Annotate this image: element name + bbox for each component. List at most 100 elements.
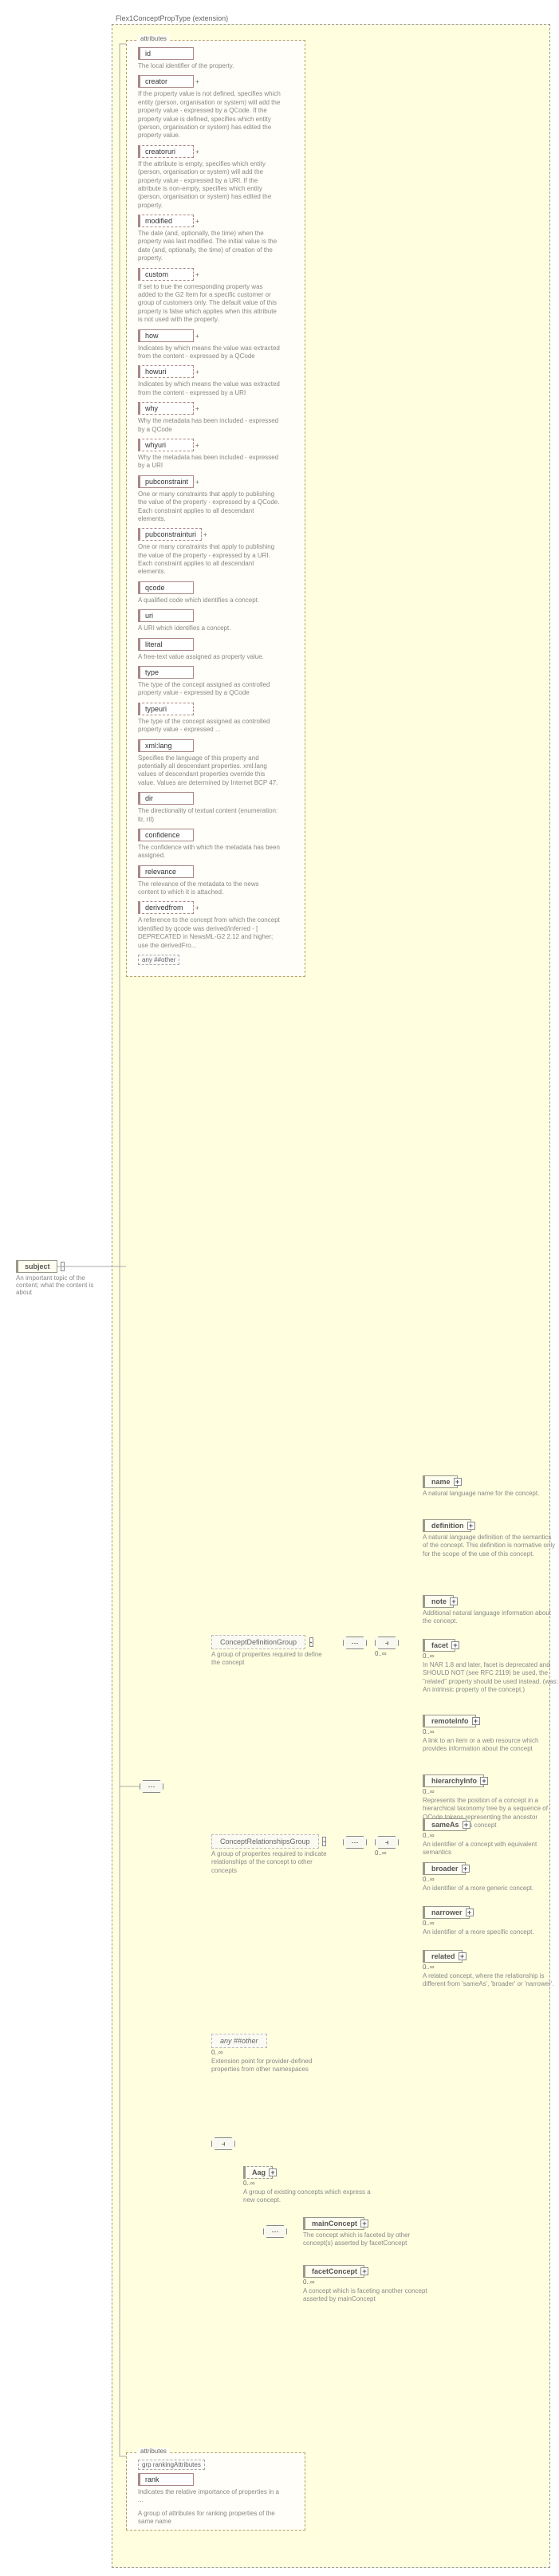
attr-entry: literalA free-text value assigned as pro… (138, 638, 298, 661)
cardinality: 0..∞ (423, 1876, 533, 1883)
attr-name-typeuri: typeuri (138, 703, 194, 715)
attr-entry: creator+If the property value is not def… (138, 75, 298, 140)
attr-entry: relevance The relevance of the metadata t… (138, 865, 298, 897)
attr-name-confidence: confidence (138, 829, 194, 841)
subject-label: subject (16, 1260, 57, 1273)
attr-label: attributes (138, 35, 169, 42)
attr-desc: Specifies the language of this property … (138, 754, 281, 788)
toggle-icon[interactable]: + (462, 1865, 470, 1873)
attr-entry: whyuri+Why the metadata has been include… (138, 439, 298, 471)
cardinality: 0..∞ (303, 2279, 439, 2286)
aag-element: Aag+ 0..∞ A group of existing concepts w… (243, 2166, 379, 2205)
attr-name-uri: uri (138, 609, 194, 622)
attr-desc: Why the metadata has been included - exp… (138, 454, 281, 471)
attr-entry: creatoruri+ If the attribute is empty, sp… (138, 145, 298, 210)
plus-icon: + (195, 271, 199, 278)
toggle-icon[interactable]: - (309, 1637, 313, 1647)
attr-name-modified: modified (138, 215, 194, 227)
attr-name-why: why (138, 402, 194, 415)
sequence-connector-r2: ⋯ (343, 1836, 367, 1849)
plus-icon: + (203, 531, 207, 538)
attr-desc: One or many constraints that apply to pu… (138, 543, 281, 577)
attr-desc: Why the metadata has been included - exp… (138, 417, 281, 434)
toggle-icon[interactable]: + (454, 1478, 462, 1486)
facetconcept-element: facetConcept+ 0..∞ A concept which is fa… (303, 2265, 439, 2304)
attr-label: attributes (138, 2448, 169, 2455)
attr-desc: The local identifier of the property. (138, 62, 281, 70)
plus-icon: + (195, 218, 199, 225)
choice-connector-r2: ⫞ 0..∞ (375, 1836, 399, 1857)
cardinality: 0..∞ (375, 1849, 399, 1857)
right-remoteInfo-desc: A link to an item or a web resource whic… (423, 1737, 558, 1754)
any-other-label: any ##other (211, 2034, 267, 2048)
attr-entry: idThe local identifier of the property. (138, 47, 298, 70)
toggle-icon[interactable]: + (360, 2267, 368, 2275)
toggle-icon[interactable]: - (322, 1837, 326, 1846)
sequence-connector-r1: ⋯ (343, 1637, 367, 1649)
facetconcept-element-label: facetConcept+ (303, 2265, 364, 2278)
toggle-icon[interactable]: + (466, 1908, 474, 1916)
aag-element-desc: A group of existing concepts which expre… (243, 2188, 379, 2205)
attr-entry: rankIndicates the relative importance of… (138, 2473, 298, 2505)
attr-desc: If the attribute is empty, specifies whi… (138, 160, 281, 210)
toggle-icon[interactable]: + (480, 1777, 488, 1785)
right-note: note+ Additional natural language inform… (423, 1595, 558, 1626)
attr-name-relevance: relevance (138, 865, 194, 878)
attr-entry: pubconstrainturi+One or many constraints… (138, 528, 298, 577)
attr-desc: If set to true the corresponding propert… (138, 283, 281, 325)
cardinality: 0..∞ (423, 1832, 558, 1839)
right-name-label: name+ (423, 1475, 458, 1488)
choice-connector-r1: ⫞ 0..∞ (375, 1637, 399, 1657)
cardinality: 0..∞ (423, 1652, 558, 1660)
sequence-icon: ⋯ (263, 2225, 287, 2238)
sequence-connector: ⋯ (140, 1780, 163, 1793)
right2-broader-label: broader+ (423, 1862, 466, 1875)
right2-broader: broader+ 0..∞ An identifier of a more ge… (423, 1862, 533, 1893)
attr-desc: The directionality of textual content (e… (138, 807, 281, 824)
plus-icon: + (195, 148, 199, 156)
attributes-box-2: attributes grp rankingAttributesrankIndi… (126, 2452, 305, 2531)
attr-entry: modified+The date (and, optionally, the … (138, 215, 298, 263)
toggle-icon[interactable]: + (269, 2168, 277, 2176)
toggle-icon[interactable]: + (360, 2220, 368, 2227)
right-note-desc: Additional natural language information … (423, 1609, 558, 1626)
concept-definition-group-label: ConceptDefinitionGroup (211, 1635, 305, 1649)
attr-entry: derivedfrom+A reference to the concept f… (138, 901, 298, 950)
toggle-icon[interactable]: + (463, 1821, 470, 1829)
attr-name-whyuri: whyuri (138, 439, 194, 451)
choice-icon: ⫞ (375, 1836, 399, 1849)
sequence-icon: ⋯ (343, 1637, 367, 1649)
toggle-icon[interactable]: + (467, 1522, 475, 1530)
attr-entry: pubconstraint+One or many constraints th… (138, 475, 298, 524)
cardinality: 0..∞ (211, 2049, 339, 2056)
subject-desc: An important topic of the content; what … (16, 1274, 96, 1296)
toggle-icon[interactable]: + (450, 1597, 458, 1605)
attr-desc: The relevance of the metadata to the new… (138, 880, 281, 897)
any-other-label: any ##other (138, 955, 179, 965)
right-facet-desc: In NAR 1.8 and later, facet is deprecate… (423, 1661, 558, 1695)
cardinality: 0..∞ (423, 1964, 558, 1971)
toggle-icon[interactable]: + (472, 1717, 480, 1725)
right2-narrower: narrower+ 0..∞ An identifier of a more s… (423, 1906, 534, 1936)
plus-icon: + (195, 479, 199, 486)
attr-entry: how+Indicates by which means the value w… (138, 329, 298, 361)
attr-entry: confidence The confidence with which the … (138, 829, 298, 861)
toggle-icon[interactable]: + (459, 1952, 466, 1960)
cardinality: 0..∞ (375, 1650, 399, 1657)
cardinality: 0..∞ (243, 2180, 379, 2187)
plus-icon: + (195, 333, 199, 340)
any-other-ext: any ##other 0..∞ Extension point for pro… (211, 2034, 339, 2074)
toggle-icon[interactable]: + (451, 1641, 459, 1649)
attr-name-creator: creator (138, 75, 194, 88)
attr-entry: typeThe type of the concept assigned as … (138, 666, 298, 698)
right-definition-desc: A natural language definition of the sem… (423, 1534, 558, 1558)
attr-desc: A reference to the concept from which th… (138, 916, 281, 950)
attr-desc: A URI which identifies a concept. (138, 624, 281, 632)
attr-desc: The confidence with which the metadata h… (138, 844, 281, 861)
attr-name-howuri: howuri (138, 365, 194, 378)
attr-entry: qcodeA qualified code which identifies a… (138, 581, 298, 605)
right2-related: related+ 0..∞ A related concept, where t… (423, 1950, 558, 1989)
right2-sameAs-desc: An identifier of a concept with equivale… (423, 1841, 558, 1857)
attr-name-creatoruri: creatoruri (138, 145, 194, 158)
toggle-icon[interactable]: - (61, 1262, 65, 1271)
